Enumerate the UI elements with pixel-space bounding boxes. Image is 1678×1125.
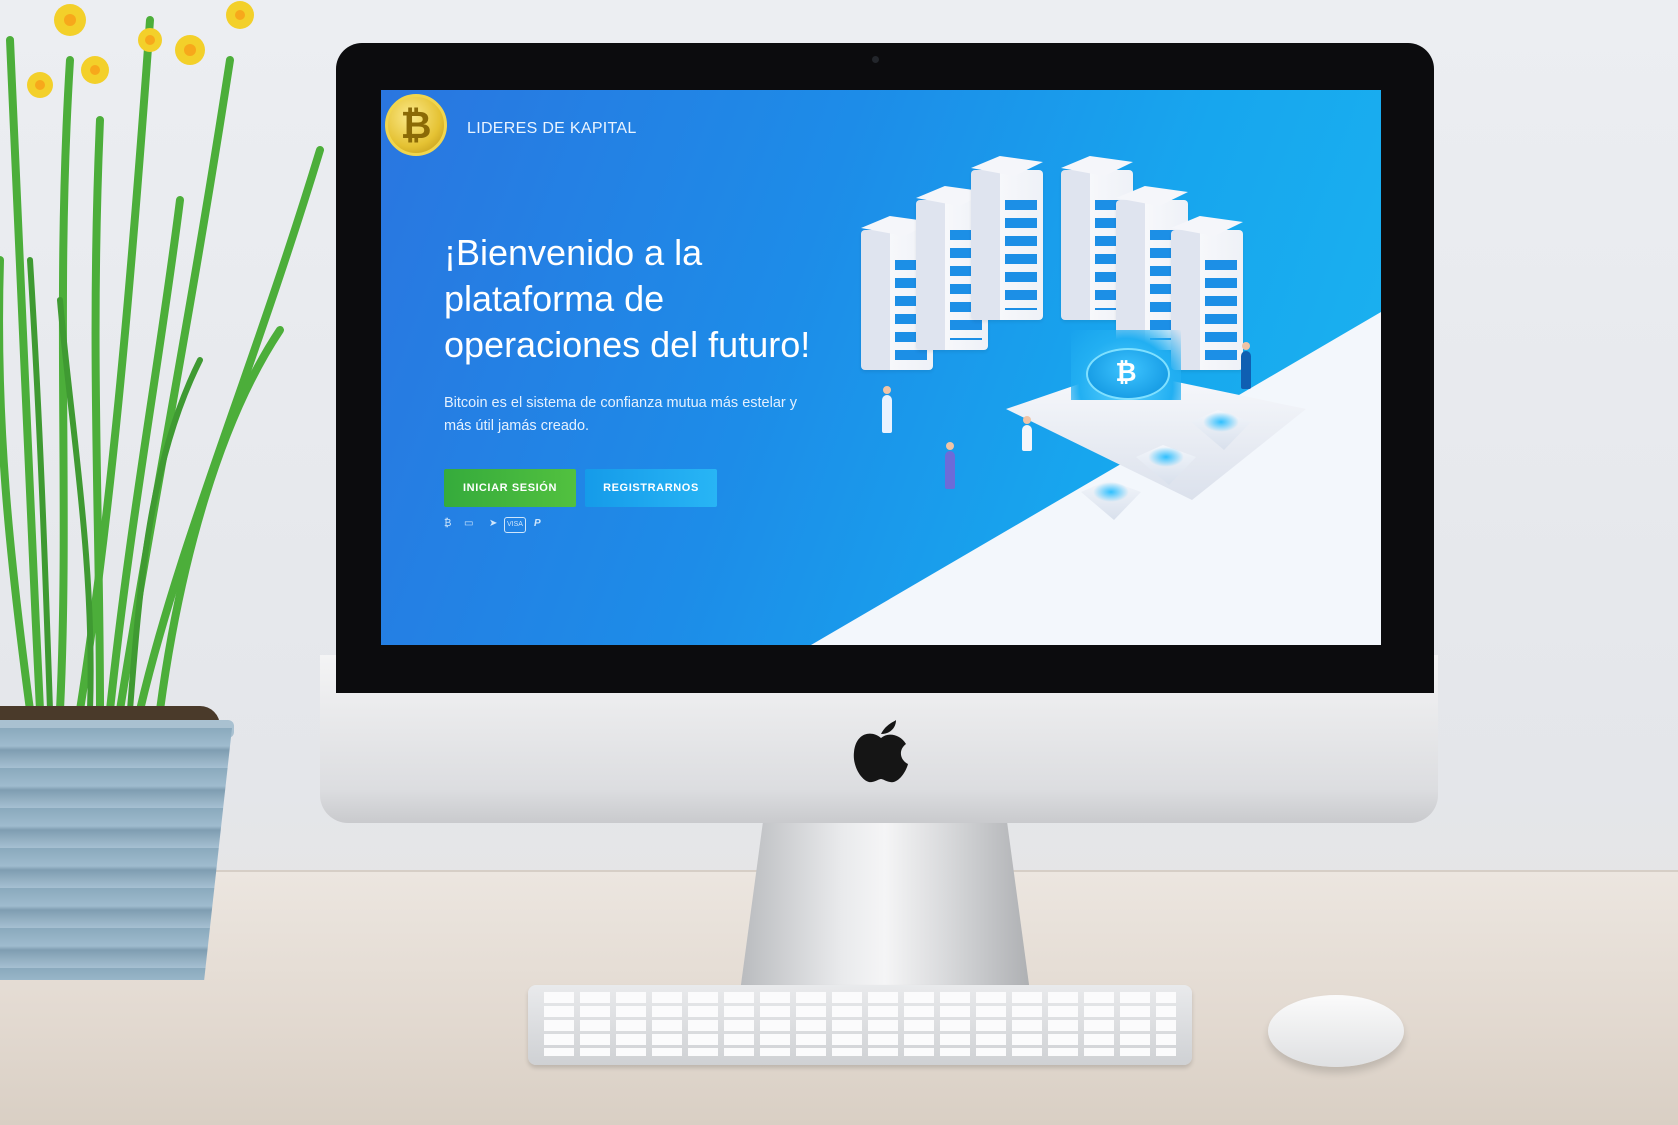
person-icon bbox=[1241, 351, 1251, 389]
person-head bbox=[946, 442, 954, 450]
person-head bbox=[1242, 342, 1250, 350]
plant-icon bbox=[0, 1, 324, 714]
bitcoin-coin-glyph: ₿ bbox=[1115, 357, 1137, 387]
monitor-stand bbox=[740, 820, 1030, 992]
pedestal-glow bbox=[1093, 482, 1129, 502]
keyboard-keys[interactable] bbox=[544, 992, 1176, 1056]
website-screen: ₿ LIDERES DE KAPITAL ¡Bienvenido a la pl… bbox=[381, 90, 1381, 645]
plant-pot bbox=[0, 728, 232, 980]
person-head bbox=[1023, 416, 1031, 424]
server-rack-icon bbox=[1171, 216, 1243, 370]
person-icon bbox=[1022, 425, 1032, 451]
apple-logo-shape bbox=[853, 720, 908, 783]
magic-mouse[interactable] bbox=[1268, 995, 1404, 1067]
person-icon bbox=[945, 451, 955, 489]
bitcoin-data-center-illustration: ₿ bbox=[381, 90, 1381, 645]
server-rack-icon bbox=[971, 156, 1043, 320]
pedestal-glow bbox=[1203, 412, 1239, 432]
person-icon bbox=[882, 395, 892, 433]
person-head bbox=[883, 386, 891, 394]
pedestal-glow bbox=[1148, 447, 1184, 467]
camera-icon bbox=[872, 56, 879, 63]
